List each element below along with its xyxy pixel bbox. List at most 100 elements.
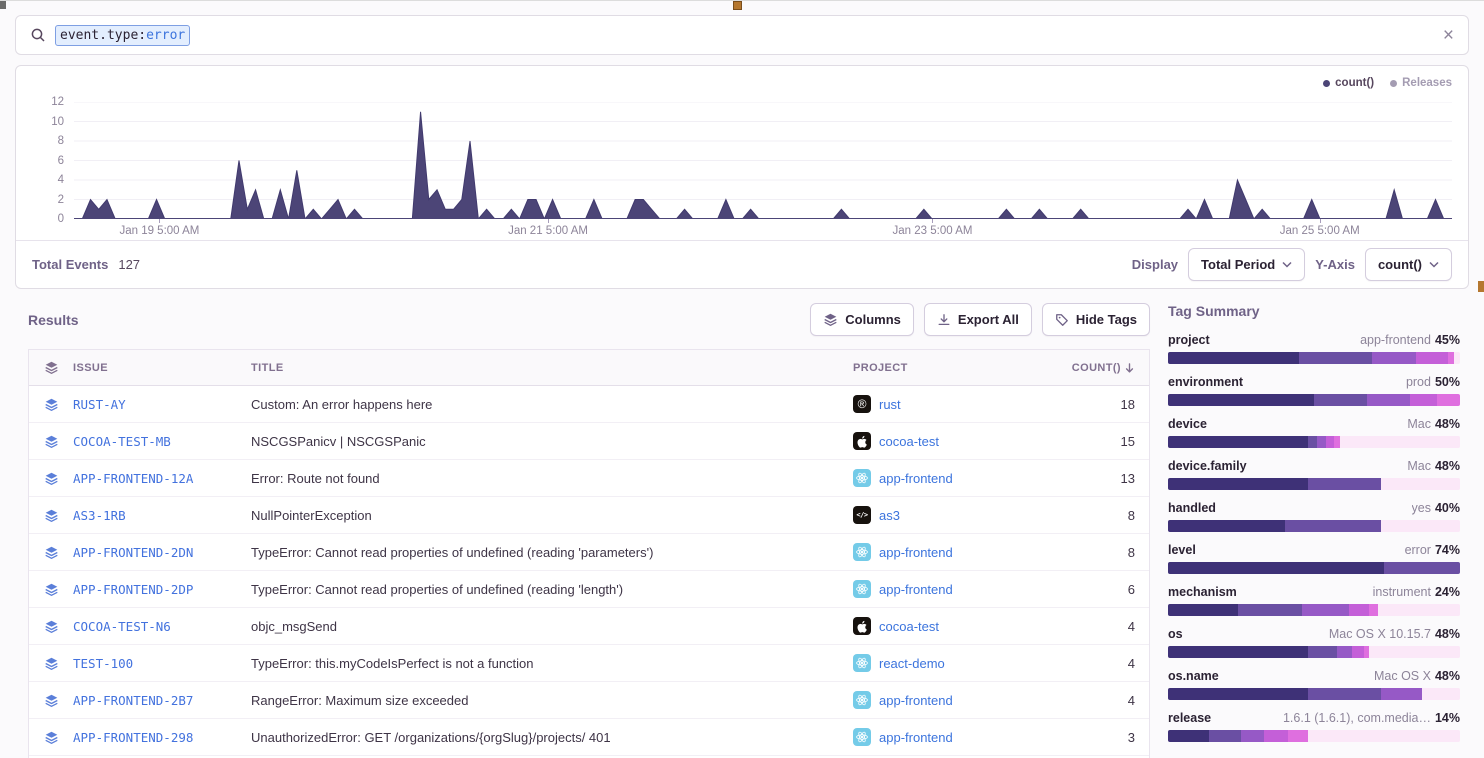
count-value: 15 (1053, 434, 1149, 449)
y-axis-tick: 2 (58, 194, 64, 206)
tag-bar-segment[interactable] (1369, 646, 1460, 658)
tag-bar-segment[interactable] (1168, 352, 1299, 364)
tag-bar-segment[interactable] (1302, 604, 1349, 616)
tag-distribution-bar[interactable] (1168, 730, 1460, 742)
issue-link[interactable]: COCOA-TEST-N6 (73, 619, 171, 634)
tag-bar-segment[interactable] (1168, 562, 1384, 574)
tag-bar-segment[interactable] (1209, 730, 1241, 742)
tag-bar-segment[interactable] (1378, 604, 1460, 616)
tag-bar-segment[interactable] (1337, 646, 1352, 658)
search-bar[interactable]: event.type:error × (15, 15, 1469, 55)
export-all-button[interactable]: Export All (924, 303, 1032, 336)
tag-bar-segment[interactable] (1168, 646, 1308, 658)
tag-item-device: deviceMac48% (1168, 417, 1460, 448)
legend-item-releases[interactable]: Releases (1390, 77, 1452, 89)
header-issue[interactable]: ISSUE (73, 362, 251, 374)
tag-bar-segment[interactable] (1168, 604, 1238, 616)
tag-bar-segment[interactable] (1314, 394, 1367, 406)
columns-button[interactable]: Columns (810, 303, 914, 336)
tag-bar-segment[interactable] (1168, 436, 1308, 448)
yaxis-select[interactable]: count() (1365, 248, 1452, 281)
tag-bar-segment[interactable] (1168, 520, 1285, 532)
tag-bar-segment[interactable] (1367, 394, 1411, 406)
issue-link[interactable]: APP-FRONTEND-2DP (73, 582, 193, 597)
tag-bar-segment[interactable] (1340, 436, 1460, 448)
issue-link[interactable]: APP-FRONTEND-2B7 (73, 693, 193, 708)
project-link[interactable]: cocoa-test (879, 619, 939, 634)
issue-link[interactable]: RUST-AY (73, 397, 126, 412)
search-query-token[interactable]: event.type:error (55, 25, 190, 46)
project-link[interactable]: app-frontend (879, 693, 953, 708)
header-count-sort[interactable]: COUNT() (1053, 362, 1149, 374)
tag-bar-segment[interactable] (1168, 730, 1209, 742)
total-events-value: 127 (118, 257, 140, 272)
issue-title: NullPointerException (251, 508, 853, 523)
tag-bar-segment[interactable] (1410, 394, 1436, 406)
tag-distribution-bar[interactable] (1168, 520, 1460, 532)
tag-bar-segment[interactable] (1317, 436, 1326, 448)
tag-distribution-bar[interactable] (1168, 436, 1460, 448)
tag-bar-segment[interactable] (1308, 646, 1337, 658)
hide-tags-button[interactable]: Hide Tags (1042, 303, 1150, 336)
tag-bar-segment[interactable] (1299, 352, 1372, 364)
tag-bar-segment[interactable] (1381, 520, 1460, 532)
tag-distribution-bar[interactable] (1168, 646, 1460, 658)
tag-bar-segment[interactable] (1308, 436, 1317, 448)
tag-bar-segment[interactable] (1264, 730, 1287, 742)
event-volume-chart[interactable] (74, 102, 1452, 219)
project-link[interactable]: app-frontend (879, 471, 953, 486)
header-title[interactable]: TITLE (251, 362, 853, 374)
issue-link[interactable]: AS3-1RB (73, 508, 126, 523)
tag-distribution-bar[interactable] (1168, 478, 1460, 490)
tag-bar-segment[interactable] (1381, 688, 1422, 700)
close-icon[interactable]: × (1443, 26, 1454, 45)
tag-bar-segment[interactable] (1308, 688, 1381, 700)
tag-bar-segment[interactable] (1454, 352, 1460, 364)
issue-link[interactable]: COCOA-TEST-MB (73, 434, 171, 449)
tag-bar-segment[interactable] (1416, 352, 1448, 364)
tag-bar-segment[interactable] (1168, 688, 1308, 700)
tag-bar-segment[interactable] (1352, 646, 1364, 658)
tag-bar-segment[interactable] (1326, 436, 1335, 448)
results-title: Results (28, 312, 79, 328)
tag-distribution-bar[interactable] (1168, 688, 1460, 700)
tag-bar-segment[interactable] (1369, 604, 1378, 616)
tag-bar-segment[interactable] (1238, 604, 1302, 616)
tag-distribution-bar[interactable] (1168, 562, 1460, 574)
tag-bar-segment[interactable] (1308, 730, 1460, 742)
x-axis-tick-label: Jan 19 5:00 AM (119, 225, 199, 237)
project-link[interactable]: rust (879, 397, 901, 412)
tag-bar-segment[interactable] (1384, 562, 1460, 574)
display-select[interactable]: Total Period (1188, 248, 1305, 281)
issue-link[interactable]: APP-FRONTEND-12A (73, 471, 193, 486)
tag-top-percent: 45% (1435, 333, 1460, 347)
tag-bar-segment[interactable] (1372, 352, 1416, 364)
project-link[interactable]: cocoa-test (879, 434, 939, 449)
project-link[interactable]: app-frontend (879, 730, 953, 745)
issue-link[interactable]: APP-FRONTEND-2DN (73, 545, 193, 560)
tag-bar-segment[interactable] (1285, 520, 1381, 532)
tag-bar-segment[interactable] (1422, 688, 1460, 700)
header-project[interactable]: PROJECT (853, 362, 1053, 374)
project-link[interactable]: app-frontend (879, 545, 953, 560)
tag-bar-segment[interactable] (1241, 730, 1264, 742)
tag-bar-segment[interactable] (1168, 478, 1308, 490)
legend-item-count[interactable]: count() (1323, 77, 1374, 89)
tag-bar-segment[interactable] (1349, 604, 1369, 616)
issue-stack-icon (29, 619, 73, 634)
tag-distribution-bar[interactable] (1168, 394, 1460, 406)
project-link[interactable]: react-demo (879, 656, 945, 671)
tag-bar-segment[interactable] (1168, 394, 1314, 406)
issue-link[interactable]: TEST-100 (73, 656, 133, 671)
project-link[interactable]: as3 (879, 508, 900, 523)
tag-bar-segment[interactable] (1308, 478, 1381, 490)
tag-distribution-bar[interactable] (1168, 352, 1460, 364)
tag-bar-segment[interactable] (1288, 730, 1308, 742)
tag-bar-segment[interactable] (1437, 394, 1460, 406)
tag-name: level (1168, 543, 1196, 557)
tag-bar-segment[interactable] (1381, 478, 1460, 490)
tag-distribution-bar[interactable] (1168, 604, 1460, 616)
tag-top-percent: 50% (1435, 375, 1460, 389)
project-link[interactable]: app-frontend (879, 582, 953, 597)
issue-link[interactable]: APP-FRONTEND-298 (73, 730, 193, 745)
